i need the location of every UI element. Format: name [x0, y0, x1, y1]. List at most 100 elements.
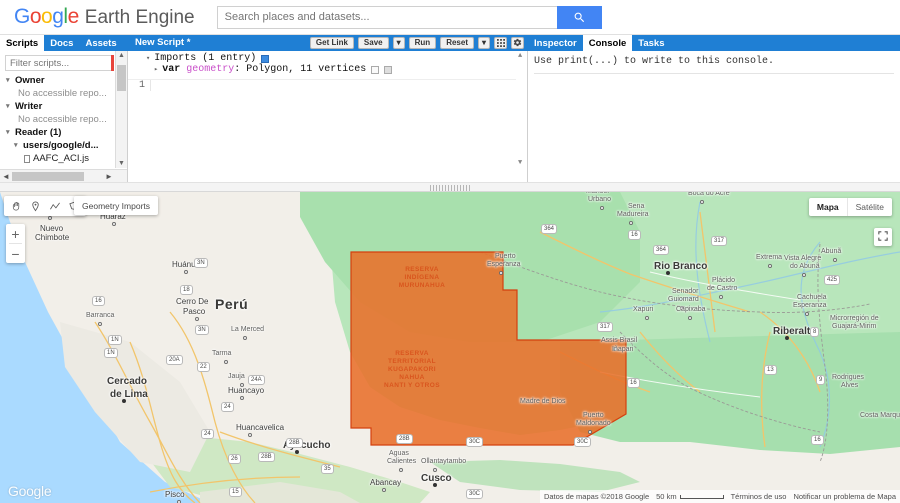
- marker-pin-icon[interactable]: [26, 197, 45, 215]
- map-place-dot: [112, 222, 116, 226]
- panel-tab-bars: Scripts Docs Assets New Script * Get Lin…: [0, 35, 900, 51]
- get-link-button[interactable]: Get Link: [309, 37, 354, 49]
- road-shield: 18: [180, 285, 193, 295]
- scroll-up-icon[interactable]: ▲: [518, 52, 522, 60]
- import-delete-icon[interactable]: [384, 65, 393, 74]
- editor-toolbar: New Script * Get Link Save ▾ Run Reset ▾: [128, 35, 528, 51]
- scroll-thumb[interactable]: [117, 65, 126, 91]
- tree-node-reader[interactable]: ▾ Reader (1): [4, 126, 127, 139]
- scripts-vertical-scrollbar[interactable]: ▲ ▼: [115, 51, 127, 168]
- panel-splitter[interactable]: [0, 182, 900, 192]
- road-shield: 3N: [194, 258, 208, 268]
- search-icon: [573, 11, 586, 24]
- scroll-down-icon[interactable]: ▼: [518, 159, 522, 167]
- console-tabbar: Inspector Console Tasks: [528, 35, 900, 51]
- scroll-right-icon[interactable]: ►: [103, 172, 115, 181]
- filter-scripts-input[interactable]: [5, 55, 113, 71]
- apps-grid-button[interactable]: [494, 37, 507, 49]
- geometry-imports-label[interactable]: Geometry Imports: [74, 196, 159, 215]
- reset-button[interactable]: Reset: [440, 37, 474, 49]
- gear-icon: [513, 34, 522, 52]
- script-title: New Script *: [135, 37, 191, 48]
- tab-assets[interactable]: Assets: [79, 35, 122, 51]
- chevron-down-icon: ▾: [6, 103, 10, 110]
- map-basemap: [0, 192, 900, 503]
- road-shield: 9: [816, 375, 826, 385]
- map-place-dot: [433, 468, 437, 472]
- road-shield: 364: [541, 224, 558, 234]
- script-tree: ▾ Owner No accessible repo... ▾ Writer N…: [0, 74, 127, 169]
- fullscreen-icon: [878, 228, 888, 246]
- map-place-dot: [243, 336, 247, 340]
- app-header: Google Earth Engine: [0, 0, 900, 35]
- search-input[interactable]: [216, 5, 557, 29]
- tree-label: No accessible repo...: [18, 88, 107, 99]
- road-shield: 20A: [166, 355, 183, 365]
- road-shield: 28B: [396, 434, 413, 444]
- map-canvas[interactable]: Perú RESERVA INDÍGENA MURUNAHUA RESERVA TER…: [0, 192, 900, 503]
- save-dropdown-button[interactable]: ▾: [392, 37, 405, 49]
- scripts-tabbar: Scripts Docs Assets: [0, 35, 128, 51]
- code-editor[interactable]: ▾ Imports (1 entry) ▸ var geometry : Pol…: [128, 51, 528, 182]
- scroll-up-icon[interactable]: ▲: [118, 52, 125, 59]
- map-place-dot: [195, 317, 199, 321]
- map-place-dot: [805, 312, 809, 316]
- console-panel: Use print(...) to write to this console.: [528, 51, 900, 182]
- map-place-dot: [613, 347, 617, 351]
- save-button[interactable]: Save: [357, 37, 389, 49]
- road-shield: 16: [92, 296, 105, 306]
- tree-node-owner[interactable]: ▾ Owner: [4, 74, 127, 87]
- chevron-down-icon: ▾: [14, 142, 18, 149]
- tab-docs[interactable]: Docs: [44, 35, 79, 51]
- map-type-mapa[interactable]: Mapa: [809, 198, 848, 216]
- hscroll-thumb[interactable]: [12, 171, 84, 181]
- road-shield: 3N: [195, 325, 209, 335]
- pan-hand-icon[interactable]: [7, 197, 26, 215]
- tree-label: Writer: [15, 101, 43, 112]
- imports-header[interactable]: ▾ Imports (1 entry): [128, 51, 527, 64]
- tree-node-writer[interactable]: ▾ Writer: [4, 100, 127, 113]
- splitter-grip-icon[interactable]: [430, 185, 470, 191]
- tree-node-script-file[interactable]: AAFC_ACI.js: [4, 152, 127, 165]
- import-keyword: var: [162, 64, 181, 75]
- tab-inspector[interactable]: Inspector: [528, 35, 583, 51]
- code-text[interactable]: [150, 80, 527, 91]
- import-configure-icon[interactable]: [371, 65, 380, 74]
- scripts-horizontal-scrollbar[interactable]: ◄ ►: [0, 169, 127, 182]
- road-shield: 35: [321, 464, 334, 474]
- tree-label: No accessible repo...: [18, 114, 107, 125]
- imports-toggle-icon[interactable]: [261, 54, 270, 63]
- tab-console[interactable]: Console: [582, 35, 633, 51]
- settings-button[interactable]: [511, 37, 524, 49]
- zoom-out-button[interactable]: −: [6, 244, 25, 263]
- filter-indicator: [111, 55, 114, 71]
- fullscreen-button[interactable]: [874, 228, 892, 246]
- zoom-in-button[interactable]: +: [6, 224, 25, 243]
- map-type-satelite[interactable]: Satélite: [848, 198, 892, 216]
- google-wordmark: Google: [14, 5, 79, 28]
- console-message: Use print(...) to write to this console.: [534, 56, 775, 67]
- tree-node-repo[interactable]: ▾ users/google/d...: [4, 139, 127, 152]
- terms-of-use-link[interactable]: Términos de uso: [731, 492, 787, 501]
- scroll-left-icon[interactable]: ◄: [0, 172, 12, 181]
- road-shield: 364: [653, 245, 670, 255]
- run-button[interactable]: Run: [408, 37, 437, 49]
- brand-logo: Google Earth Engine: [14, 5, 195, 29]
- map-type-control: Mapa Satélite: [808, 198, 892, 216]
- scale-line-icon: [679, 494, 724, 499]
- search-button[interactable]: [556, 5, 602, 29]
- report-map-problem-link[interactable]: Notificar un problema de Mapa: [793, 492, 896, 501]
- editor-scrollbar[interactable]: ▲ ▼: [516, 51, 527, 168]
- polyline-icon[interactable]: [45, 197, 64, 215]
- road-shield: 16: [627, 378, 640, 388]
- tab-tasks[interactable]: Tasks: [632, 35, 670, 51]
- tree-node-owner-empty: No accessible repo...: [4, 87, 127, 100]
- import-entry-geometry[interactable]: ▸ var geometry : Polygon, 11 vertices: [128, 64, 527, 75]
- tab-scripts[interactable]: Scripts: [0, 35, 45, 51]
- tree-label: Reader (1): [15, 127, 62, 138]
- reset-dropdown-button[interactable]: ▾: [477, 37, 490, 49]
- scroll-down-icon[interactable]: ▼: [118, 160, 125, 167]
- google-map-watermark: Google: [8, 483, 52, 499]
- map-place-dot: [588, 430, 592, 434]
- map-place-dot: [48, 216, 52, 220]
